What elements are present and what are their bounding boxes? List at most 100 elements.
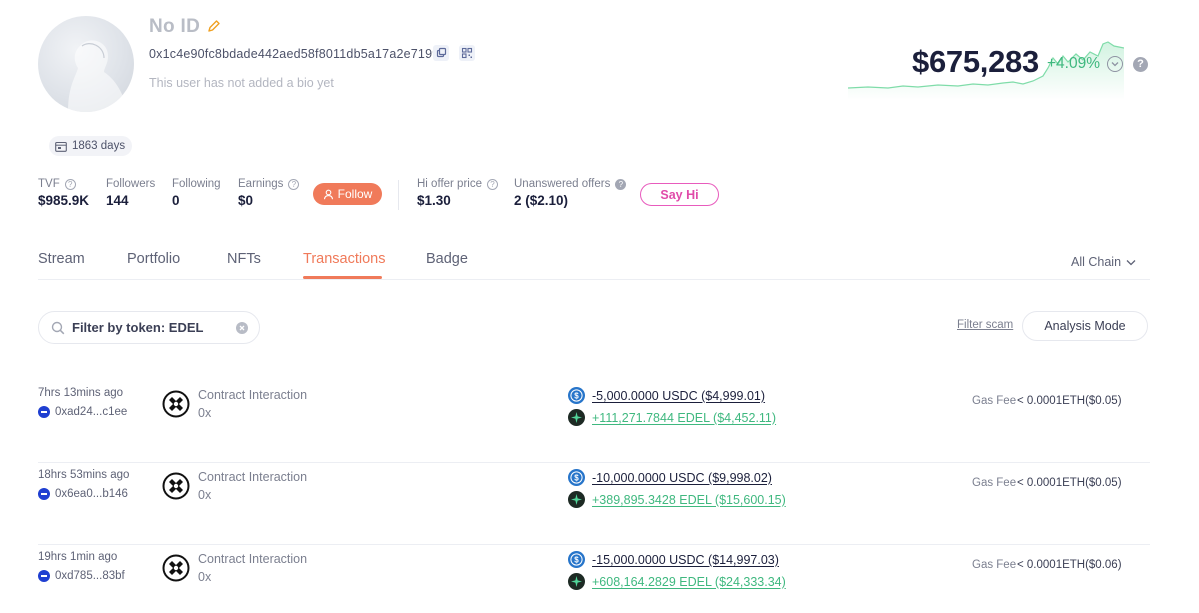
usdc-token-icon: $ (568, 469, 585, 486)
gas-fee-value: < 0.0001ETH($0.06) (1017, 559, 1122, 571)
edit-icon[interactable] (207, 19, 221, 33)
token-out-amount: -5,000.0000 USDC ($4,999.01) (592, 388, 766, 403)
copy-icon[interactable] (433, 45, 449, 61)
svg-text:$: $ (574, 474, 579, 483)
stat-tvf: TVF? $985.9K (38, 178, 89, 208)
svg-text:$: $ (574, 392, 579, 401)
chevron-down-icon[interactable] (1107, 56, 1123, 72)
usdc-token-icon: $ (568, 387, 585, 404)
transaction-row[interactable]: 7hrs 13mins ago 0xad24...c1ee Contract I… (38, 381, 1150, 463)
gas-fee-value: < 0.0001ETH($0.05) (1017, 395, 1122, 407)
profile-name: No ID (149, 16, 201, 37)
transaction-time: 7hrs 13mins ago (38, 387, 124, 399)
calendar-icon (55, 141, 67, 152)
tab-nfts[interactable]: NFTs (227, 251, 261, 267)
analysis-mode-button[interactable]: Analysis Mode (1022, 311, 1148, 341)
edel-token-icon (568, 491, 585, 508)
question-icon[interactable]: ? (486, 178, 498, 190)
stat-tvf-value: $985.9K (38, 193, 90, 208)
transaction-hash-text: 0xd785...83bf (55, 570, 125, 582)
networth-change: +4.09% (1047, 55, 1101, 72)
stat-following-label: Following (172, 178, 221, 190)
stat-followers-label: Followers (106, 178, 156, 190)
stat-hi-offer-value: $1.30 (417, 193, 451, 208)
tab-portfolio[interactable]: Portfolio (127, 251, 180, 267)
transaction-type: Contract Interaction (198, 470, 308, 484)
follow-button[interactable]: Follow (313, 183, 382, 205)
transaction-hash-text: 0xad24...c1ee (55, 406, 128, 418)
transaction-hash-text: 0x6ea0...b146 (55, 488, 128, 500)
token-in-amount: +111,271.7844 EDEL ($4,452.11) (592, 410, 777, 425)
edel-token-icon (568, 573, 585, 590)
token-filter-input[interactable] (72, 320, 222, 335)
account-age-text: 1863 days (72, 140, 126, 152)
qr-code-icon[interactable] (459, 45, 475, 61)
stat-earnings-value: $0 (238, 193, 254, 208)
question-icon[interactable]: ? (615, 178, 627, 190)
chain-icon (38, 570, 50, 582)
tab-transactions[interactable]: Transactions (303, 251, 385, 267)
transaction-counterparty[interactable]: 0x (198, 488, 211, 502)
stat-followers[interactable]: Followers 144 (106, 178, 155, 208)
stat-hi-offer: Hi offer price? $1.30 (417, 178, 498, 208)
question-icon[interactable]: ? (64, 178, 76, 190)
filter-scam-link[interactable]: Filter scam (957, 319, 1013, 331)
token-out[interactable]: $ -15,000.0000 USDC ($14,997.03) (568, 551, 779, 568)
stat-following[interactable]: Following 0 (172, 178, 221, 208)
transaction-counterparty[interactable]: 0x (198, 406, 211, 420)
chain-select[interactable]: All Chain (1071, 255, 1136, 269)
transaction-hash[interactable]: 0xd785...83bf (38, 570, 125, 582)
account-age-badge: 1863 days (49, 136, 133, 156)
token-in[interactable]: +608,164.2829 EDEL ($24,333.34) (568, 573, 786, 590)
token-in[interactable]: +111,271.7844 EDEL ($4,452.11) (568, 409, 776, 426)
chain-icon (38, 488, 50, 500)
edel-token-icon (568, 409, 585, 426)
contract-interaction-icon (162, 472, 190, 500)
profile-bio: This user has not added a bio yet (149, 76, 334, 90)
token-in-amount: +608,164.2829 EDEL ($24,333.34) (592, 574, 786, 589)
tab-badge[interactable]: Badge (426, 251, 468, 267)
transaction-counterparty[interactable]: 0x (198, 570, 211, 584)
stat-earnings: Earnings? $0 (238, 178, 300, 208)
stat-tvf-label: TVF (38, 178, 60, 190)
token-out-amount: -15,000.0000 USDC ($14,997.03) (592, 552, 779, 567)
stat-hi-offer-label: Hi offer price (417, 178, 482, 190)
gas-fee-label: Gas Fee (972, 395, 1017, 407)
transaction-type: Contract Interaction (198, 388, 308, 402)
question-icon[interactable]: ? (288, 178, 300, 190)
usdc-token-icon: $ (568, 551, 585, 568)
svg-text:$: $ (574, 556, 579, 565)
contract-interaction-icon (162, 390, 190, 418)
say-hi-button[interactable]: Say Hi (640, 183, 719, 206)
avatar (38, 16, 134, 112)
token-in-amount: +389,895.3428 EDEL ($15,600.15) (592, 492, 786, 507)
networth-value: $675,283 (912, 44, 1039, 79)
token-in[interactable]: +389,895.3428 EDEL ($15,600.15) (568, 491, 786, 508)
stat-following-value: 0 (172, 193, 180, 208)
token-filter-box[interactable] (38, 311, 260, 344)
gas-fee-value: < 0.0001ETH($0.05) (1017, 477, 1122, 489)
contract-interaction-icon (162, 554, 190, 582)
transaction-hash[interactable]: 0xad24...c1ee (38, 406, 127, 418)
user-icon (323, 189, 333, 199)
wallet-address: 0x1c4e90fc8bdade442aed58f8011db5a17a2e71… (149, 47, 440, 61)
chain-icon (38, 406, 50, 418)
clear-icon[interactable] (236, 322, 248, 334)
transaction-hash[interactable]: 0x6ea0...b146 (38, 488, 128, 500)
stat-followers-value: 144 (106, 193, 129, 208)
token-out[interactable]: $ -10,000.0000 USDC ($9,998.02) (568, 469, 772, 486)
chain-select-label: All Chain (1071, 255, 1122, 269)
token-out[interactable]: $ -5,000.0000 USDC ($4,999.01) (568, 387, 765, 404)
chevron-down-icon (1126, 259, 1136, 265)
stat-unanswered-value: 2 ($2.10) (514, 193, 569, 208)
stat-earnings-label: Earnings (238, 178, 284, 190)
tab-stream[interactable]: Stream (38, 251, 85, 267)
transaction-row[interactable]: 18hrs 53mins ago 0x6ea0...b146 Contract … (38, 463, 1150, 545)
gas-fee-label: Gas Fee (972, 559, 1017, 571)
help-icon[interactable]: ? (1133, 57, 1148, 72)
search-icon (51, 321, 65, 334)
gas-fee-label: Gas Fee (972, 477, 1017, 489)
transaction-row[interactable]: 19hrs 1min ago 0xd785...83bf Contract In… (38, 545, 1150, 613)
tabs-divider (38, 279, 1150, 280)
stats-divider (398, 180, 399, 210)
